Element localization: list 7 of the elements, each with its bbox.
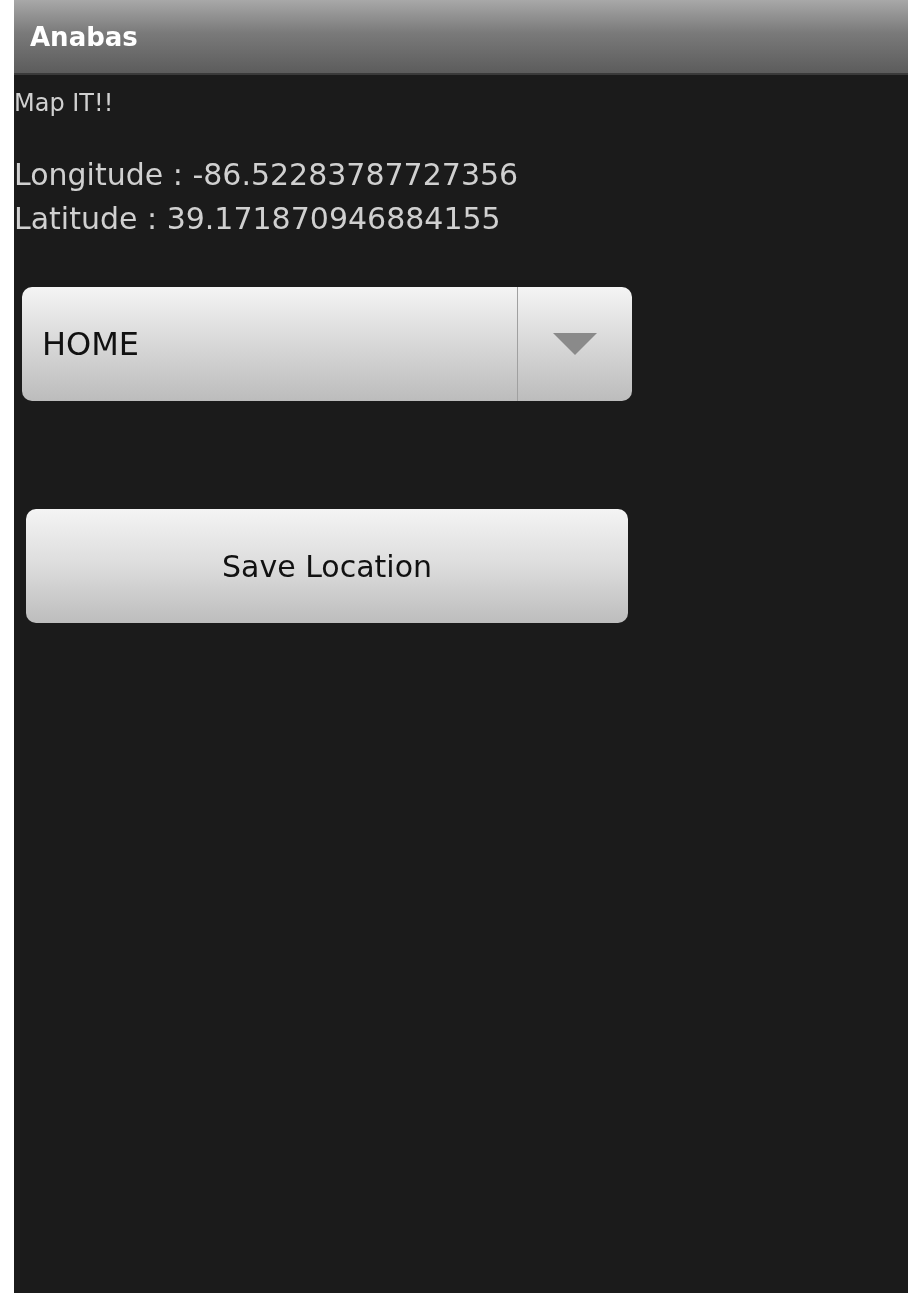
save-location-button[interactable]: Save Location <box>26 509 628 623</box>
dropdown-arrow-icon <box>553 333 597 355</box>
window-title: Anabas <box>30 21 138 52</box>
coordinate-text: Latitude : 39.171870946884155 <box>14 200 502 238</box>
heading-text: Map IT!! <box>14 89 115 117</box>
location-dropdown[interactable]: HOME <box>22 287 632 401</box>
coordinate-text: Longitude : -86.52283787727356 <box>14 156 520 194</box>
